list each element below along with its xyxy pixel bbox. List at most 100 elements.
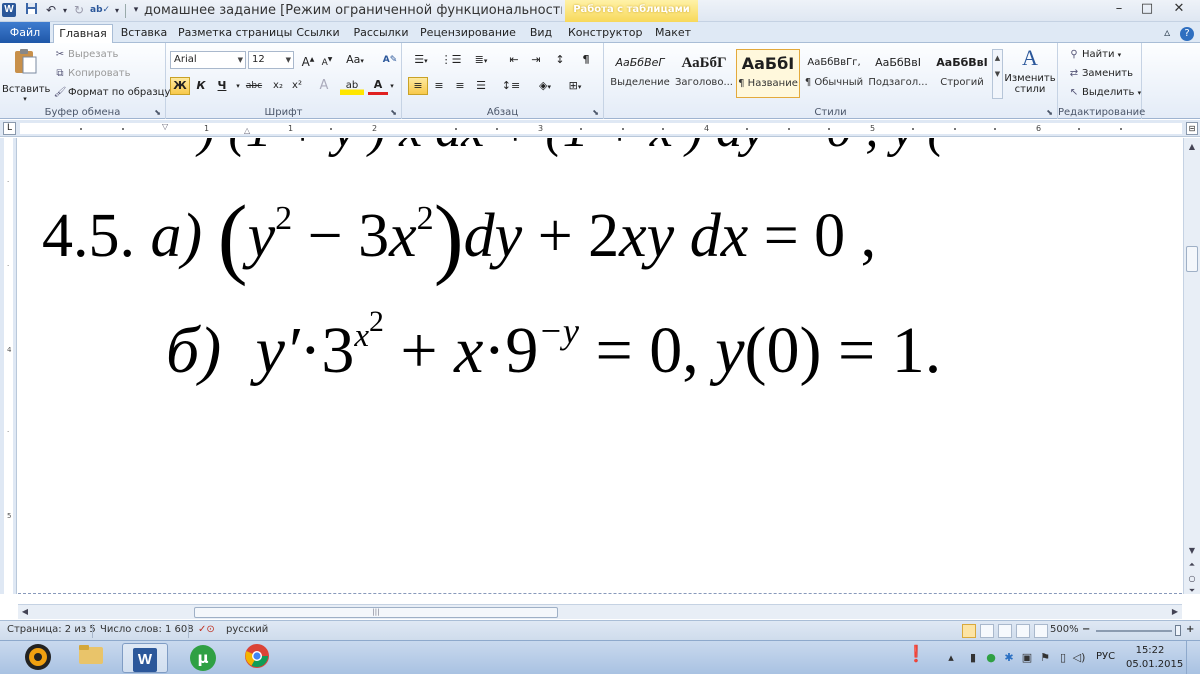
tab-home[interactable]: Главная <box>53 24 113 43</box>
power-tray-icon[interactable]: ▯ <box>1056 651 1070 665</box>
language-indicator[interactable]: русский <box>226 624 268 635</box>
highlight-icon[interactable]: ab <box>340 77 364 95</box>
text-effects-icon[interactable]: A <box>314 77 334 95</box>
show-desktop-button[interactable] <box>1186 641 1200 674</box>
spell-dropdown-icon[interactable]: ▾ <box>108 2 126 20</box>
save-icon[interactable] <box>22 2 40 20</box>
hanging-indent-marker[interactable]: △ <box>244 126 250 135</box>
style-heading[interactable]: АаБбГ Заголово... <box>672 49 736 98</box>
usb-icon[interactable]: ▮ <box>966 651 980 665</box>
input-language[interactable]: РУС <box>1096 651 1115 662</box>
network-tray-icon[interactable]: ✱ <box>1002 651 1016 665</box>
tab-insert[interactable]: Вставка <box>118 24 170 43</box>
zoom-slider[interactable] <box>1096 630 1172 632</box>
scroll-down-icon[interactable]: ▼ <box>1185 544 1199 558</box>
word-app-icon[interactable]: W <box>2 3 16 17</box>
scroll-up-icon[interactable]: ▲ <box>1185 140 1199 154</box>
italic-button[interactable]: К <box>191 77 211 95</box>
shading-icon[interactable]: ◈▾ <box>532 77 558 95</box>
zoom-out-button[interactable]: − <box>1082 624 1090 635</box>
monitor-tray-icon[interactable]: ▣ <box>1020 651 1034 665</box>
dialog-launcher-icon[interactable]: ⬊ <box>154 108 161 117</box>
vertical-scrollbar[interactable]: ▲ ▼ ⏶ ○ ⏷ <box>1183 138 1200 595</box>
style-strong[interactable]: АаБбВвI Строгий <box>930 49 994 98</box>
copy-button[interactable]: ⧉ Копировать <box>52 65 130 82</box>
utorrent-icon[interactable]: µ <box>180 643 226 673</box>
previous-page-icon[interactable]: ⏶ <box>1185 558 1199 572</box>
show-formatting-icon[interactable]: ¶ <box>576 51 596 69</box>
ruler-bar[interactable]: ▽ △ 1 1 2 3 4 5 6 <box>20 122 1182 135</box>
redo-icon[interactable]: ↻ <box>70 2 88 20</box>
grow-font-icon[interactable]: A▲ <box>298 51 318 69</box>
line-spacing-icon[interactable]: ↕≡ <box>498 77 524 95</box>
scroll-right-icon[interactable]: ▶ <box>1168 605 1182 619</box>
strikethrough-button[interactable]: abc <box>242 77 266 95</box>
outline-view-button[interactable] <box>1016 624 1030 638</box>
dialog-launcher-icon[interactable]: ⬊ <box>1046 108 1053 117</box>
font-color-icon[interactable]: A <box>368 77 388 95</box>
bullets-icon[interactable]: ☰▾ <box>408 51 434 69</box>
ribbon-collapse-icon[interactable]: ▵ <box>1164 25 1170 39</box>
horizontal-scrollbar[interactable]: ◀ ||| ▶ <box>18 604 1182 619</box>
word-taskbar-icon[interactable]: W <box>122 643 168 673</box>
zoom-level[interactable]: 500% <box>1050 624 1079 635</box>
page-counter[interactable]: Страница: 2 из 5 <box>7 624 96 635</box>
spellcheck-icon[interactable]: ab✓ <box>90 2 110 20</box>
decrease-indent-icon[interactable]: ⇤ <box>504 51 524 69</box>
web-layout-button[interactable] <box>998 624 1012 638</box>
customize-toolbar-icon[interactable]: ▾ <box>127 2 145 20</box>
word-count[interactable]: Число слов: 1 608 <box>100 624 194 635</box>
font-name-select[interactable]: Arial ▼ <box>170 51 246 69</box>
bold-button[interactable]: Ж <box>170 77 190 95</box>
zoom-in-button[interactable]: + <box>1186 624 1194 635</box>
first-line-indent-marker[interactable]: ▽ <box>162 122 168 131</box>
superscript-button[interactable]: x² <box>287 77 307 95</box>
full-screen-reading-button[interactable] <box>980 624 994 638</box>
document-page[interactable]: ) (1 + y ) x dx + (1 + x ) dy = 0 , y ( … <box>18 138 1182 594</box>
style-normal[interactable]: АаБбВвГг, ¶ Обычный <box>802 49 866 98</box>
multilevel-list-icon[interactable]: ≣▾ <box>468 51 494 69</box>
action-center-alert-icon[interactable]: ❗ <box>904 646 928 669</box>
subscript-button[interactable]: x₂ <box>268 77 288 95</box>
view-ruler-icon[interactable]: ⊟ <box>1186 122 1198 135</box>
dialog-launcher-icon[interactable]: ⬊ <box>390 108 397 117</box>
close-button[interactable]: ✕ <box>1162 0 1196 20</box>
maximize-button[interactable]: □ <box>1134 0 1160 20</box>
font-color-dropdown-icon[interactable]: ▾ <box>386 77 398 95</box>
paste-button[interactable]: Вставить ▾ <box>2 47 50 103</box>
find-button[interactable]: ⚲ Найти ▾ <box>1066 46 1121 63</box>
justify-icon[interactable]: ☰ <box>471 77 491 95</box>
utorrent-tray-icon[interactable]: ● <box>984 651 998 665</box>
draft-view-button[interactable] <box>1034 624 1048 638</box>
select-button[interactable]: ↖ Выделить ▾ <box>1066 84 1141 101</box>
chrome-icon[interactable] <box>234 643 280 673</box>
tab-view[interactable]: Вид <box>524 24 558 43</box>
font-size-select[interactable]: 12 ▼ <box>248 51 294 69</box>
clock[interactable]: 15:22 05.01.2015 <box>1126 644 1183 672</box>
help-icon[interactable]: ? <box>1180 27 1194 41</box>
start-button[interactable] <box>16 643 60 673</box>
tab-table-design[interactable]: Конструктор <box>568 24 642 43</box>
change-case-icon[interactable]: Aa▾ <box>342 51 368 69</box>
minimize-button[interactable]: – <box>1106 0 1132 20</box>
sort-icon[interactable]: ↕ <box>550 51 570 69</box>
replace-button[interactable]: ⇄ Заменить <box>1066 65 1133 82</box>
show-hidden-icons[interactable]: ▴ <box>944 651 958 665</box>
format-painter-button[interactable]: 🖌 Формат по образцу <box>52 84 171 101</box>
dialog-launcher-icon[interactable]: ⬊ <box>592 108 599 117</box>
tab-mailings[interactable]: Рассылки <box>350 24 412 43</box>
tab-review[interactable]: Рецензирование <box>420 24 516 43</box>
style-subtitle[interactable]: АаБбВвI Подзагол... <box>866 49 930 98</box>
cut-button[interactable]: ✂ Вырезать <box>52 46 119 63</box>
volume-icon[interactable]: ◁) <box>1072 651 1086 665</box>
align-left-icon[interactable]: ≡ <box>408 77 428 95</box>
scroll-left-icon[interactable]: ◀ <box>18 605 32 619</box>
tab-table-layout[interactable]: Макет <box>650 24 696 43</box>
align-right-icon[interactable]: ≡ <box>450 77 470 95</box>
flag-tray-icon[interactable]: ⚑ <box>1038 651 1052 665</box>
horizontal-scroll-thumb[interactable]: ||| <box>194 607 558 618</box>
borders-icon[interactable]: ⊞▾ <box>562 77 588 95</box>
change-styles-button[interactable]: A Изменить стили <box>1004 45 1056 95</box>
shrink-font-icon[interactable]: A▼ <box>317 51 337 69</box>
clear-formatting-icon[interactable]: A✎ <box>380 51 400 69</box>
